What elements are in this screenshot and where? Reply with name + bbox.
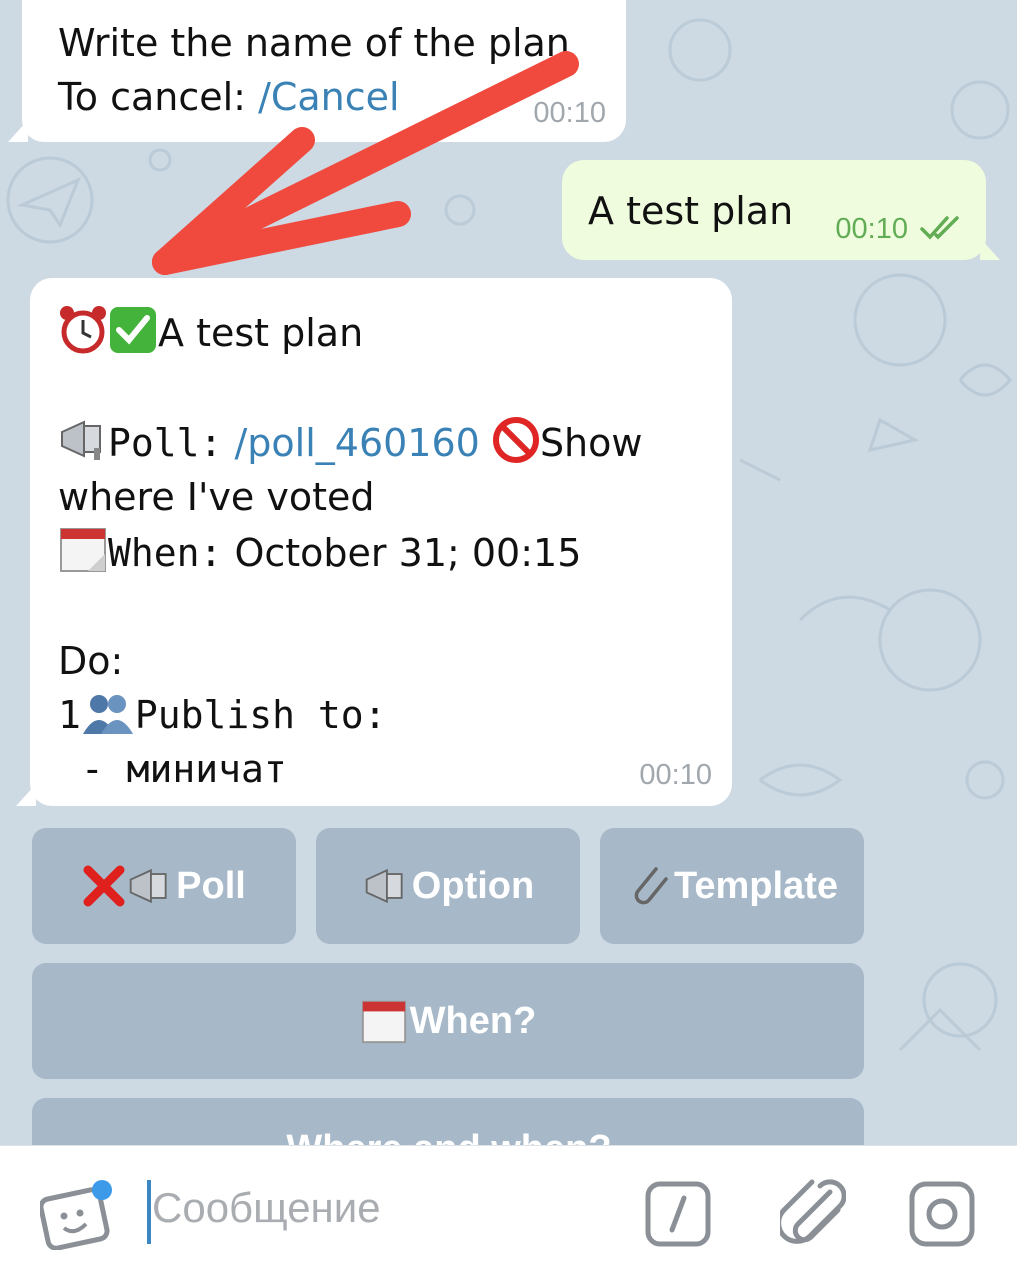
template-button-label: Template xyxy=(673,864,838,907)
when-button[interactable]: When? xyxy=(32,963,864,1079)
paperclip-icon xyxy=(634,867,668,905)
message-time: 00:10 xyxy=(639,759,712,791)
publish-target: - миничат xyxy=(58,747,287,791)
megaphone-icon xyxy=(129,868,167,904)
plan-card-message: A test plan Poll: /poll_460160 Show wher… xyxy=(16,278,732,806)
attach-icon[interactable] xyxy=(780,1178,846,1250)
text-caret xyxy=(147,1180,151,1244)
bubble-tail xyxy=(8,120,28,142)
alarm-clock-icon xyxy=(60,306,106,354)
poll-link[interactable]: /poll_460160 xyxy=(234,421,479,465)
double-check-icon xyxy=(920,216,959,240)
publish-label: Publish to: xyxy=(134,693,387,737)
cross-mark-icon xyxy=(83,865,125,907)
bot-commands-icon[interactable] xyxy=(644,1180,712,1248)
template-button[interactable]: Template xyxy=(600,828,864,944)
show-voted-text-2: where I've voted xyxy=(58,475,375,519)
calendar-icon xyxy=(60,528,106,572)
message-input[interactable]: Сообщение xyxy=(152,1184,381,1232)
no-entry-icon xyxy=(492,417,539,463)
prompt-line-1: Write the name of the plan xyxy=(58,21,570,65)
group-users-icon xyxy=(82,695,133,734)
plan-title-row: A test plan xyxy=(58,304,718,360)
step-row: 1 Publish to: xyxy=(58,688,718,742)
cancel-link[interactable]: /Cancel xyxy=(258,75,400,119)
megaphone-icon xyxy=(61,420,101,460)
poll-label: Poll: xyxy=(108,421,223,465)
message-time: 00:10 xyxy=(835,213,908,245)
when-row: When: October 31; 00:15 xyxy=(58,524,718,580)
plan-title: A test plan xyxy=(158,311,364,355)
sticker-icon[interactable] xyxy=(40,1180,116,1250)
check-mark-icon xyxy=(110,307,156,353)
poll-row: Poll: /poll_460160 Show xyxy=(58,414,718,470)
user-reply-message: A test plan 00:10 xyxy=(562,160,1000,260)
bubble-tail xyxy=(980,238,1000,260)
user-reply-text: A test plan xyxy=(588,189,794,233)
bot-prompt-message: Write the name of the plan To cancel: /C… xyxy=(8,0,626,142)
megaphone-icon xyxy=(365,868,403,904)
prompt-line-2: To cancel: /Cancel xyxy=(58,70,570,124)
calendar-icon xyxy=(361,1000,406,1044)
prompt-line-2-text: To cancel: xyxy=(58,75,259,119)
show-voted-text-1: Show xyxy=(539,421,643,465)
do-label: Do: xyxy=(58,639,124,683)
step-number: 1 xyxy=(58,693,81,737)
message-time: 00:10 xyxy=(533,97,606,129)
when-button-label: When? xyxy=(409,999,537,1042)
bubble-tail xyxy=(16,784,36,806)
message-input-bar: Сообщение xyxy=(0,1145,1017,1281)
when-label: When: xyxy=(108,531,223,575)
option-button[interactable]: Option xyxy=(316,828,580,944)
camera-icon[interactable] xyxy=(908,1180,976,1248)
poll-button[interactable]: Poll xyxy=(32,828,296,944)
option-button-label: Option xyxy=(411,864,535,907)
poll-button-label: Poll xyxy=(176,864,246,907)
when-value: October 31; 00:15 xyxy=(234,531,582,575)
